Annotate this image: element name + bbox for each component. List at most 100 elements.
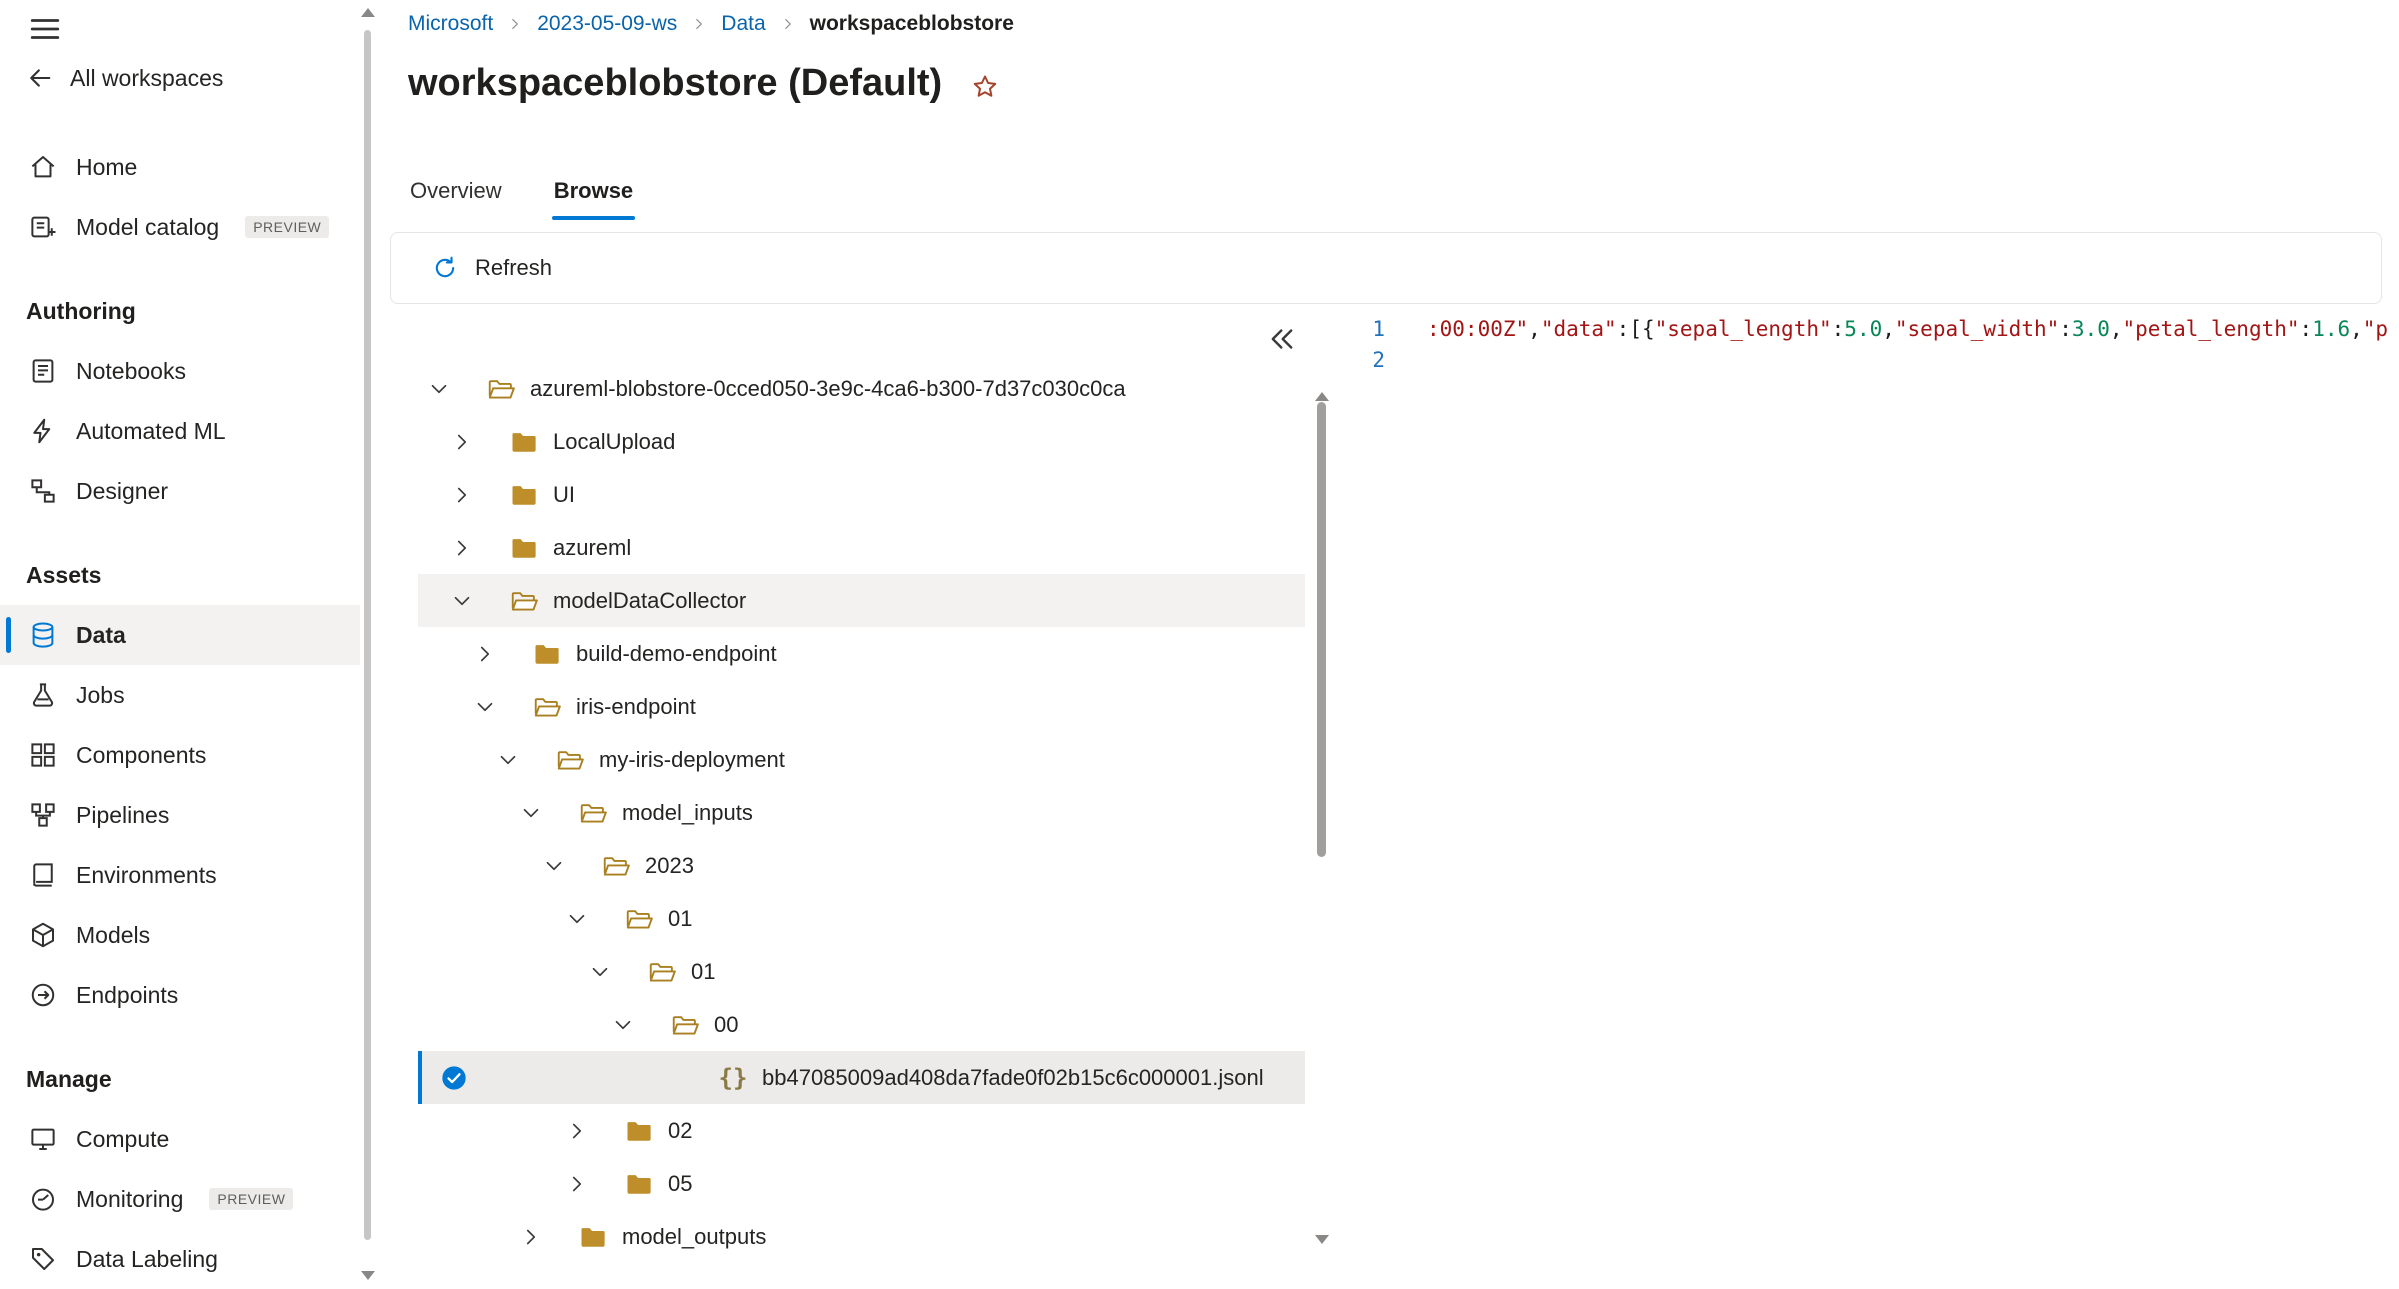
tree-row-localupload[interactable]: LocalUpload	[418, 415, 1305, 468]
chevron-down-icon[interactable]	[472, 692, 516, 722]
tree-row-label: modelDataCollector	[553, 588, 746, 614]
tab-overview[interactable]: Overview	[408, 166, 504, 220]
sidebar-item-data[interactable]: Data	[0, 605, 360, 665]
designer-icon	[28, 476, 58, 506]
tree-row-azureml-blobstore-0cced050-3e9c-4ca6-b300-7d37c030c0ca[interactable]: azureml-blobstore-0cced050-3e9c-4ca6-b30…	[418, 362, 1305, 415]
chevron-right-icon[interactable]	[449, 427, 493, 457]
sidebar-item-environments[interactable]: Environments	[0, 845, 360, 905]
notebooks-icon	[28, 356, 58, 386]
tree-row-ui[interactable]: UI	[418, 468, 1305, 521]
chevron-right-icon[interactable]	[564, 1116, 608, 1146]
chevron-down-icon[interactable]	[449, 586, 493, 616]
sidebar-item-label: Models	[76, 922, 150, 949]
chevron-right-icon[interactable]	[449, 480, 493, 510]
all-workspaces-label: All workspaces	[70, 65, 223, 92]
refresh-button[interactable]: Refresh	[431, 254, 552, 282]
tree-row-model-outputs[interactable]: model_outputs	[418, 1210, 1305, 1263]
tree-row-05[interactable]: 05	[418, 1157, 1305, 1210]
folder-icon	[624, 1116, 654, 1146]
sidebar-scrollbar-thumb[interactable]	[364, 30, 371, 1240]
sidebar-item-components[interactable]: Components	[0, 725, 360, 785]
sidebar-item-designer[interactable]: Designer	[0, 461, 360, 521]
chevron-down-icon[interactable]	[518, 798, 562, 828]
sidebar-item-monitoring[interactable]: Monitoring PREVIEW	[0, 1169, 360, 1229]
line-number: 1	[1335, 314, 1385, 345]
tree-row-2023[interactable]: 2023	[418, 839, 1305, 892]
chevron-down-icon[interactable]	[564, 904, 608, 934]
tree-row-01[interactable]: 01	[418, 945, 1305, 998]
endpoints-icon	[28, 980, 58, 1010]
sidebar-section-manage: Manage	[0, 1049, 360, 1109]
tree-row-modeldatacollector[interactable]: modelDataCollector	[418, 574, 1305, 627]
chevron-right-icon[interactable]	[564, 1169, 608, 1199]
sidebar-item-model-catalog[interactable]: Model catalogPREVIEW	[0, 197, 360, 257]
models-icon	[28, 920, 58, 950]
favorite-star-icon[interactable]	[970, 72, 1000, 102]
tree-row-00[interactable]: 00	[418, 998, 1305, 1051]
data-labeling-icon	[28, 1244, 58, 1274]
sidebar-item-label: Monitoring	[76, 1186, 183, 1213]
tree-row-azureml[interactable]: azureml	[418, 521, 1305, 574]
tree-row-label: azureml-blobstore-0cced050-3e9c-4ca6-b30…	[530, 376, 1126, 402]
scroll-up-arrow-icon[interactable]	[361, 8, 375, 17]
tree-row-label: 02	[668, 1118, 692, 1144]
tree-row-iris-endpoint[interactable]: iris-endpoint	[418, 680, 1305, 733]
preview-badge: PREVIEW	[209, 1188, 293, 1210]
breadcrumb-item-2023-05-09-ws[interactable]: 2023-05-09-ws	[537, 12, 677, 36]
tree-row-label: azureml	[553, 535, 631, 561]
collapse-panel-icon[interactable]	[1265, 322, 1299, 356]
tab-bar: Overview Browse	[408, 166, 635, 220]
sidebar-item-label: Designer	[76, 478, 168, 505]
chevron-right-icon[interactable]	[449, 533, 493, 563]
tree-row-label: 01	[668, 906, 692, 932]
sidebar-item-compute[interactable]: Compute	[0, 1109, 360, 1169]
tree-scrollbar-thumb[interactable]	[1317, 402, 1326, 857]
tree-row-label: 00	[714, 1012, 738, 1038]
chevron-down-icon[interactable]	[495, 745, 539, 775]
sidebar-item-notebooks[interactable]: Notebooks	[0, 341, 360, 401]
sidebar-item-pipelines[interactable]: Pipelines	[0, 785, 360, 845]
chevron-right-icon[interactable]	[518, 1222, 562, 1252]
tree-scrollbar[interactable]	[1314, 384, 1329, 1252]
monitoring-icon	[28, 1184, 58, 1214]
tree-row-my-iris-deployment[interactable]: my-iris-deployment	[418, 733, 1305, 786]
sidebar-item-label: Home	[76, 154, 137, 181]
sidebar-item-endpoints[interactable]: Endpoints	[0, 965, 360, 1025]
json-file-icon: {}	[716, 1064, 750, 1092]
title-row: workspaceblobstore (Default)	[408, 62, 1000, 105]
scroll-up-arrow-icon[interactable]	[1315, 392, 1329, 401]
chevron-right-icon	[506, 15, 524, 33]
sidebar-item-data-labeling[interactable]: Data Labeling	[0, 1229, 360, 1289]
chevron-down-icon[interactable]	[426, 374, 470, 404]
chevron-right-icon[interactable]	[472, 639, 516, 669]
tree-row-label: model_inputs	[622, 800, 753, 826]
sidebar-section-assets: Assets	[0, 545, 360, 605]
all-workspaces-link[interactable]: All workspaces	[26, 64, 223, 92]
tree-row-bb47085009ad408da7fade0f02b15c6c000001-jsonl[interactable]: {}bb47085009ad408da7fade0f02b15c6c000001…	[418, 1051, 1305, 1104]
chevron-down-icon[interactable]	[610, 1010, 654, 1040]
sidebar-scrollbar[interactable]	[360, 0, 375, 1288]
sidebar-item-home[interactable]: Home	[0, 137, 360, 197]
scroll-down-arrow-icon[interactable]	[361, 1271, 375, 1280]
sidebar-item-models[interactable]: Models	[0, 905, 360, 965]
chevron-right-icon	[690, 15, 708, 33]
breadcrumb-item-microsoft[interactable]: Microsoft	[408, 12, 493, 36]
chevron-down-icon[interactable]	[587, 957, 631, 987]
tree-row-build-demo-endpoint[interactable]: build-demo-endpoint	[418, 627, 1305, 680]
hamburger-menu-icon[interactable]	[28, 12, 62, 46]
scroll-down-arrow-icon[interactable]	[1315, 1235, 1329, 1244]
back-arrow-icon	[26, 64, 54, 92]
sidebar-item-automated-ml[interactable]: Automated ML	[0, 401, 360, 461]
tree-row-model-inputs[interactable]: model_inputs	[418, 786, 1305, 839]
tab-browse[interactable]: Browse	[552, 166, 635, 220]
tree-row-01[interactable]: 01	[418, 892, 1305, 945]
tree-row-02[interactable]: 02	[418, 1104, 1305, 1157]
breadcrumb-item-data[interactable]: Data	[721, 12, 765, 36]
pipelines-icon	[28, 800, 58, 830]
file-preview-pane: 1:00:00Z","data":[{"sepal_length":5.0,"s…	[1335, 306, 2399, 1288]
sidebar-item-jobs[interactable]: Jobs	[0, 665, 360, 725]
sidebar-item-label: Jobs	[76, 682, 125, 709]
chevron-down-icon[interactable]	[541, 851, 585, 881]
page-title: workspaceblobstore (Default)	[408, 62, 942, 105]
folder-icon	[509, 480, 539, 510]
